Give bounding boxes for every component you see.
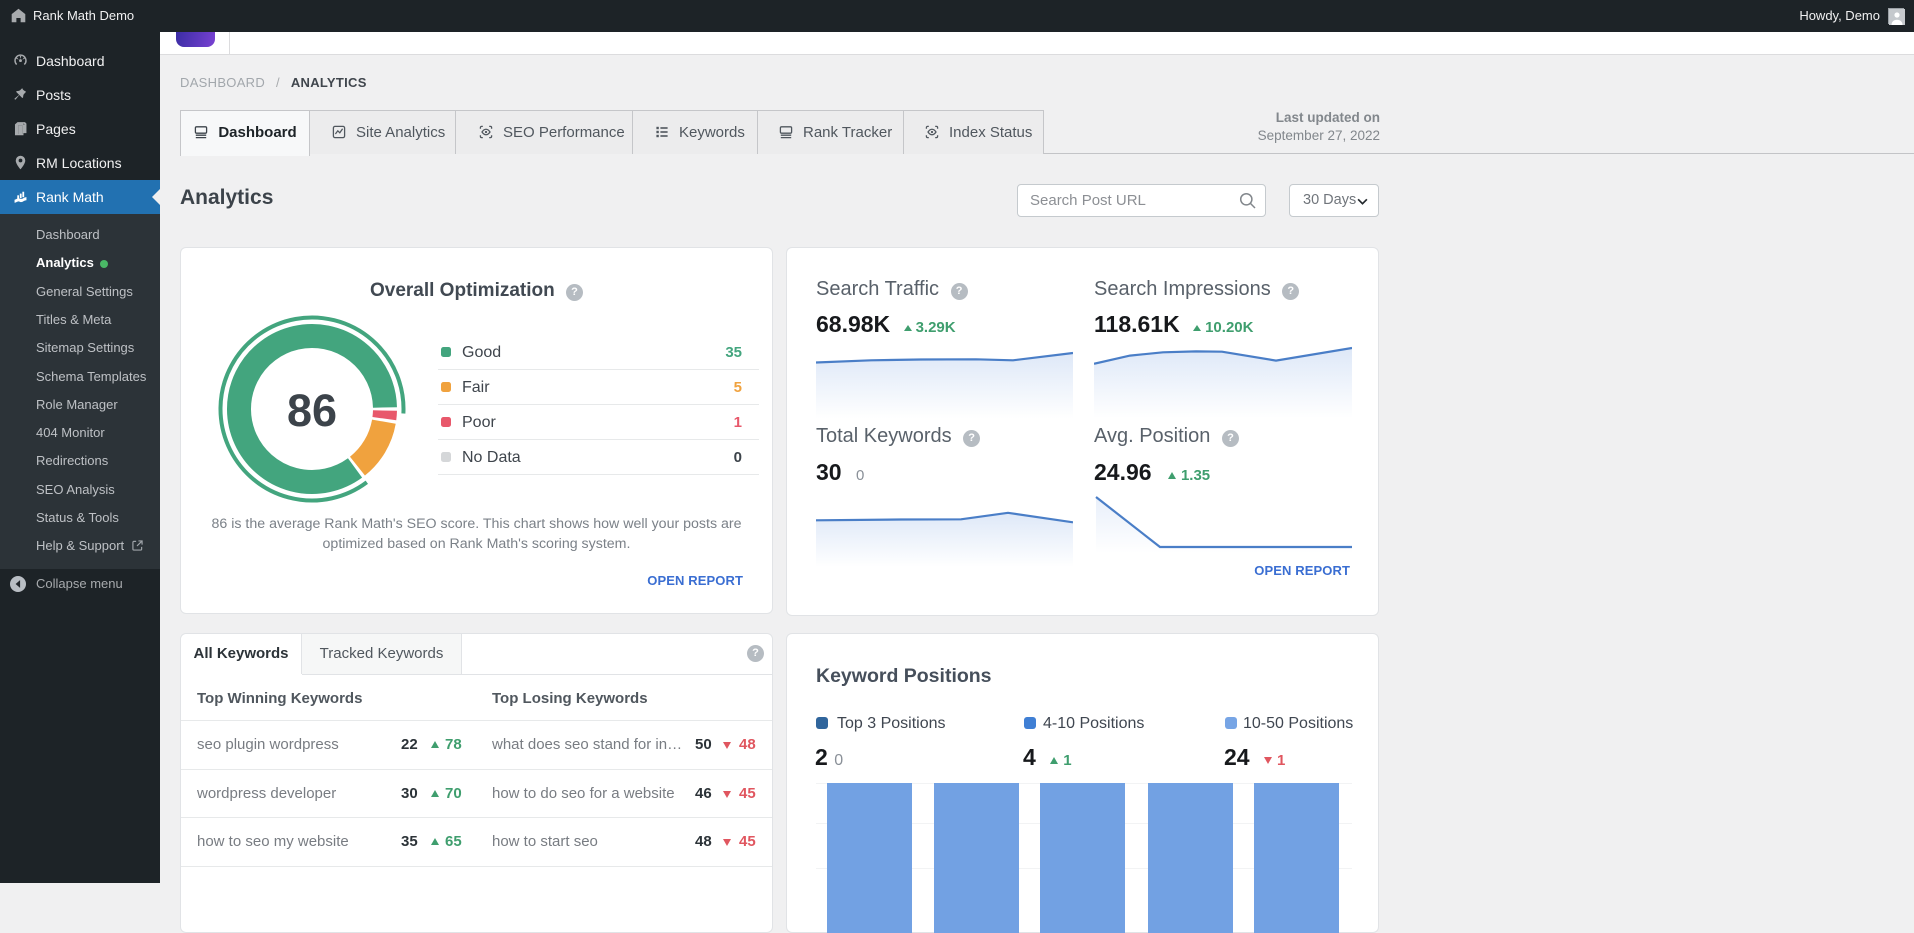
svg-text:86: 86	[287, 385, 337, 436]
